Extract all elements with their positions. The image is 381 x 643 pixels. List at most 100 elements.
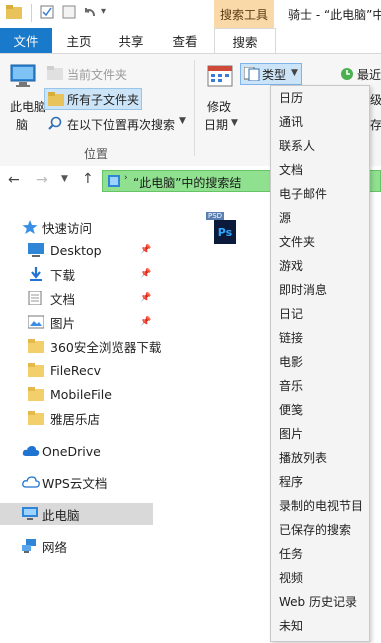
type-menu-item[interactable]: 联系人: [271, 134, 369, 158]
folder-icon: [28, 339, 44, 353]
this-pc-icon[interactable]: [10, 64, 36, 91]
window-title: 骑士 - “此电脑”中: [288, 8, 381, 22]
chevron-down-icon: ▼: [291, 68, 298, 78]
nav-item[interactable]: 360安全浏览器下载: [0, 335, 161, 357]
current-folder-button[interactable]: 当前文件夹: [67, 66, 127, 83]
type-menu-item[interactable]: 任务: [271, 542, 369, 566]
nav-item[interactable]: Desktop 📌: [0, 239, 153, 261]
recent-searches-icon[interactable]: [340, 67, 354, 84]
nav-item[interactable]: 雅居乐店: [0, 407, 153, 429]
nav-item-label: 图片: [50, 315, 76, 331]
type-dropdown-menu: 日历 通讯 联系人 文档 电子邮件源文件夹 游戏 即时消息 日记 链接 电影 音乐 便笺 图片 播放列表程…: [270, 85, 370, 642]
location-group-label: 位置: [84, 147, 109, 161]
current-folder-icon: [47, 66, 63, 83]
nav-item-label: 360安全浏览器下载: [50, 339, 162, 355]
forward-icon[interactable]: →: [36, 172, 48, 188]
type-menu-item[interactable]: 音乐: [271, 374, 369, 398]
advanced-options-label[interactable]: 级: [370, 91, 381, 108]
download-icon: [28, 267, 44, 281]
this-pc-button-second-line[interactable]: 脑: [16, 116, 28, 133]
type-menu-item[interactable]: 链接: [271, 326, 369, 350]
search-again-button[interactable]: 在以下位置再次搜索: [67, 116, 175, 133]
file-type-badge: PSD: [206, 212, 225, 220]
pin-icon[interactable]: 📌: [140, 245, 151, 255]
recent-searches-button[interactable]: 最近: [357, 66, 381, 83]
nav-item[interactable]: 图片 📌: [0, 311, 153, 333]
nav-quick-access-label: 快速访问: [42, 220, 93, 236]
type-menu-item[interactable]: 文档: [271, 158, 369, 182]
type-menu-item[interactable]: 文件夹: [271, 230, 369, 254]
type-menu-item[interactable]: 日历: [271, 86, 369, 110]
tab-home[interactable]: 主页: [56, 28, 102, 53]
type-menu-item[interactable]: 视频: [271, 566, 369, 590]
pin-icon[interactable]: 📌: [140, 317, 151, 327]
title-bar: ▾ 搜索工具 骑士 - “此电脑”中: [0, 0, 381, 28]
nav-network[interactable]: 网络: [0, 535, 153, 557]
nav-item[interactable]: 文档 📌: [0, 287, 153, 309]
calendar-icon[interactable]: [207, 64, 233, 91]
type-menu-item[interactable]: 电影: [271, 350, 369, 374]
pin-icon[interactable]: 📌: [140, 269, 151, 279]
properties-icon[interactable]: [40, 5, 54, 19]
type-menu-item[interactable]: 程序: [271, 470, 369, 494]
nav-onedrive[interactable]: OneDrive: [0, 440, 153, 462]
nav-item-label: 雅居乐店: [50, 411, 101, 427]
type-menu-item[interactable]: 游戏: [271, 254, 369, 278]
nav-item-label: 文档: [50, 291, 76, 307]
up-icon[interactable]: ↑: [82, 171, 94, 187]
all-subfolders-label: 所有子文件夹: [67, 93, 140, 107]
nav-wps-cloud[interactable]: WPS云文档: [0, 471, 153, 493]
pin-icon[interactable]: 📌: [140, 293, 151, 303]
picture-icon: [27, 315, 45, 329]
chevron-down-icon[interactable]: ▼: [179, 116, 186, 126]
type-menu-item[interactable]: 图片: [271, 422, 369, 446]
breadcrumb-text: “此电脑”中的搜索结: [133, 176, 242, 190]
tab-file[interactable]: 文件: [0, 28, 52, 53]
tab-share[interactable]: 共享: [108, 28, 154, 53]
type-menu-item[interactable]: 通讯: [271, 110, 369, 134]
type-menu-item[interactable]: 播放列表: [271, 446, 369, 470]
type-menu-item[interactable]: 录制的电视节目: [271, 494, 369, 518]
type-menu-item[interactable]: Web 历史记录: [271, 590, 369, 614]
tab-view[interactable]: 查看: [162, 28, 208, 53]
type-menu-item[interactable]: 未知: [271, 614, 369, 638]
ribbon-tabs: 文件 主页 共享 查看 搜索: [0, 28, 381, 54]
nav-network-label: 网络: [42, 539, 68, 555]
type-button-label: 类型: [262, 68, 287, 82]
type-menu-item[interactable]: 源: [271, 206, 369, 230]
nav-item-label: MobileFile: [50, 386, 112, 402]
cloud-outline-icon: [22, 476, 40, 490]
search-tools-context-label: 搜索工具: [214, 0, 274, 28]
modified-date-label-2: 日期: [204, 118, 229, 132]
file-type-icon: [243, 66, 260, 84]
search-again-icon: [48, 116, 62, 133]
type-menu-item[interactable]: 便笺: [271, 398, 369, 422]
recent-locations-icon[interactable]: ▼: [61, 174, 68, 184]
new-folder-icon[interactable]: [62, 5, 76, 19]
nav-onedrive-label: OneDrive: [42, 443, 101, 459]
chevron-down-icon[interactable]: ▼: [231, 118, 238, 128]
nav-item[interactable]: MobileFile: [0, 383, 153, 405]
customize-quick-access-icon[interactable]: ▾: [101, 6, 115, 20]
undo-icon[interactable]: [83, 5, 97, 19]
back-icon[interactable]: ←: [8, 172, 20, 188]
nav-quick-access[interactable]: 快速访问: [0, 216, 153, 238]
nav-this-pc[interactable]: 此电脑: [0, 503, 153, 525]
nav-item-label: Desktop: [50, 242, 102, 258]
document-icon: [28, 290, 44, 306]
psd-file-item[interactable]: PSD Ps: [206, 212, 236, 246]
tab-search[interactable]: 搜索: [214, 28, 276, 54]
save-search-label[interactable]: 存: [370, 116, 381, 133]
nav-item[interactable]: FileRecv: [0, 359, 153, 381]
type-menu-item[interactable]: 已保存的搜索: [271, 518, 369, 542]
type-menu-item[interactable]: 即时消息: [271, 278, 369, 302]
nav-item-label: FileRecv: [50, 362, 102, 378]
breadcrumb-chevron-icon[interactable]: ›: [124, 173, 128, 183]
type-menu-item[interactable]: 日记: [271, 302, 369, 326]
modified-date-button[interactable]: 修改: [207, 98, 231, 115]
type-menu-item[interactable]: 电子邮件: [271, 182, 369, 206]
nav-item[interactable]: 下载 📌: [0, 263, 153, 285]
folder-icon[interactable]: [6, 5, 22, 19]
search-results-icon: [107, 174, 121, 191]
this-pc-button[interactable]: 此电脑: [10, 98, 46, 115]
